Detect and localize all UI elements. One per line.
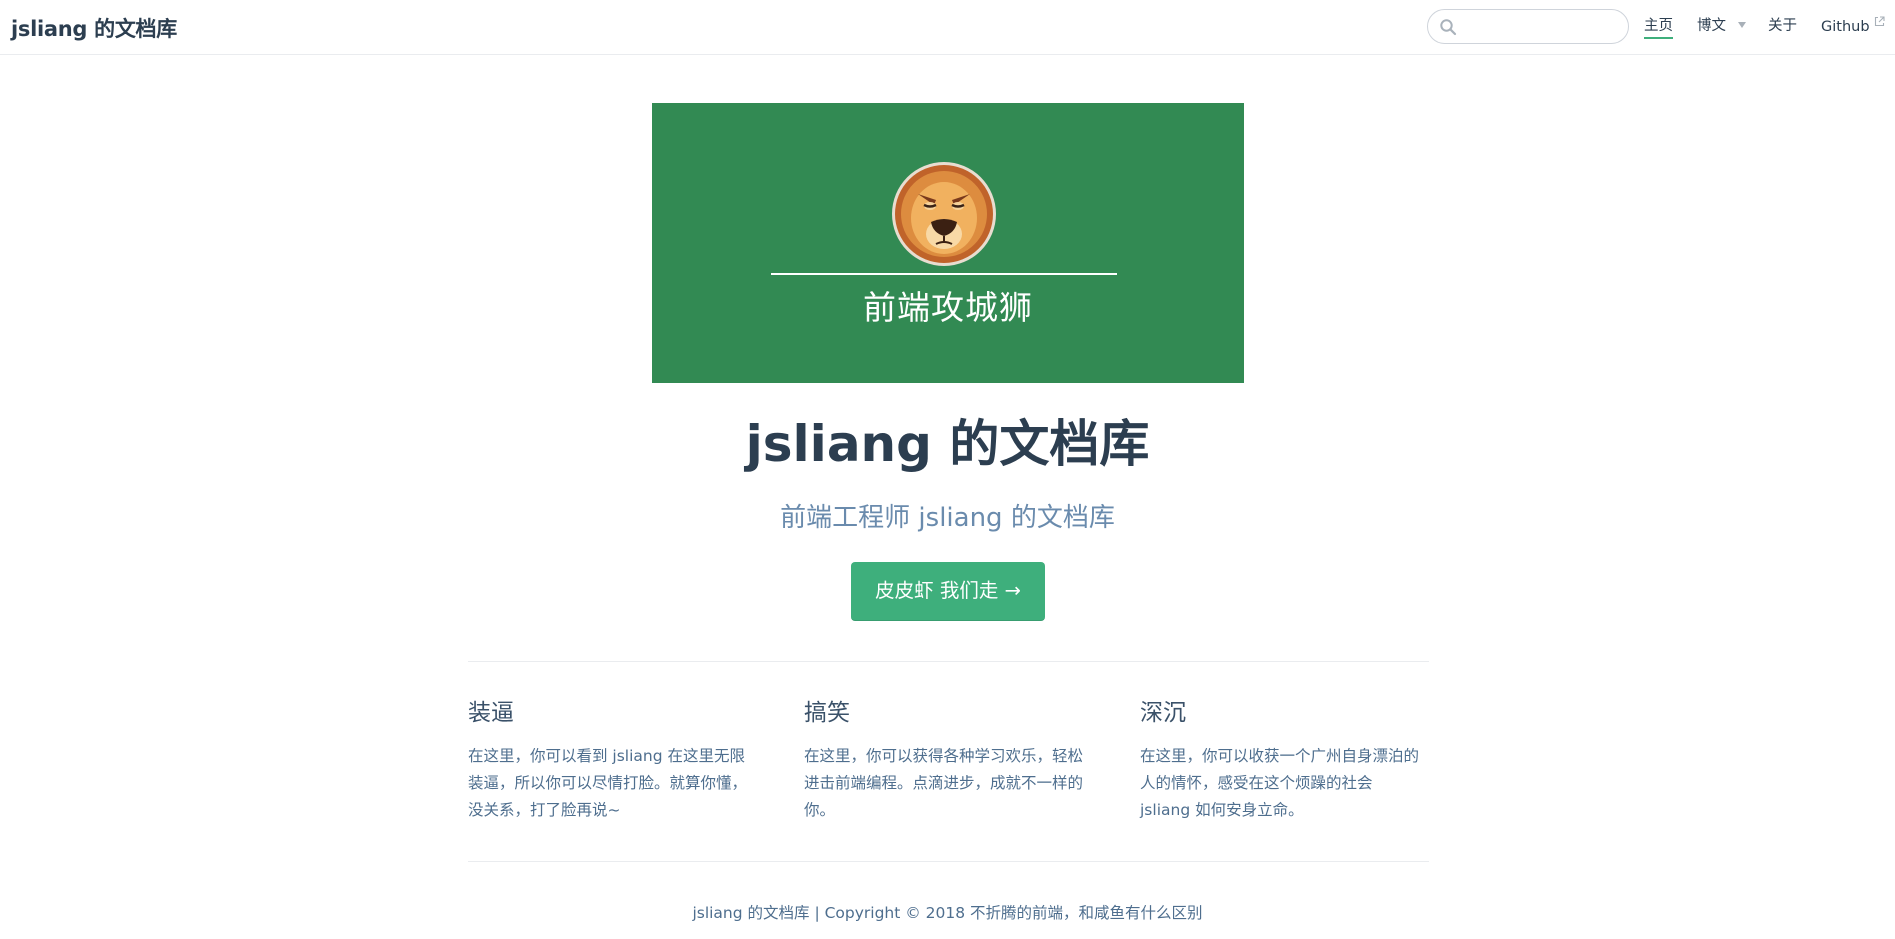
feature-title: 深沉 — [1140, 700, 1186, 726]
feature-title: 搞笑 — [804, 700, 850, 726]
feature-line: jsliang 如何安身立命。 — [1140, 801, 1304, 819]
footer: jsliang 的文档库 | Copyright © 2018 不折腾的前端，和… — [692, 904, 1203, 922]
nav-item-posts-label: 博文 — [1697, 18, 1726, 34]
feature-description: 在这里，你可以获得各种学习欢乐，轻松 进击前端编程。点滴进步，成就不一样的 你。 — [804, 743, 1096, 824]
feature-line: 在这里，你可以看到 jsliang 在这里无限 — [468, 747, 746, 765]
feature-description: 在这里，你可以看到 jsliang 在这里无限 装逼，所以你可以尽情打脸。就算你… — [468, 743, 760, 824]
hero-divider-line — [771, 273, 1117, 275]
search-input[interactable] — [1460, 14, 1620, 39]
search-icon — [1440, 19, 1457, 36]
hero-description: 前端工程师 jsliang 的文档库 — [780, 503, 1115, 533]
feature-line: 人的情怀，感受在这个烦躁的社会 — [1140, 774, 1373, 792]
feature-title: 装逼 — [468, 700, 514, 726]
nav-item-about[interactable]: 关于 — [1768, 16, 1797, 36]
footer-divider — [468, 861, 1429, 862]
hero-image-caption: 前端攻城狮 — [863, 288, 1033, 327]
nav-item-github[interactable]: Github — [1821, 16, 1885, 37]
feature-line: 在这里，你可以收获一个广州自身漂泊的 — [1140, 747, 1420, 765]
nav-item-home[interactable]: 主页 — [1644, 16, 1673, 39]
hero-image: 前端攻城狮 — [652, 103, 1244, 383]
feature-card: 搞笑 在这里，你可以获得各种学习欢乐，轻松 进击前端编程。点滴进步，成就不一样的… — [804, 694, 1096, 824]
feature-line: 你。 — [804, 801, 836, 819]
action-button[interactable]: 皮皮虾 我们走 → — [851, 562, 1045, 621]
search-box[interactable] — [1427, 9, 1629, 44]
lion-icon — [892, 162, 996, 266]
feature-line: 在这里，你可以获得各种学习欢乐，轻松 — [804, 747, 1084, 765]
nav-item-github-label: Github — [1821, 19, 1870, 35]
feature-line: 进击前端编程。点滴进步，成就不一样的 — [804, 774, 1084, 792]
feature-card: 装逼 在这里，你可以看到 jsliang 在这里无限 装逼，所以你可以尽情打脸。… — [468, 694, 760, 824]
site-name-link[interactable]: jsliang 的文档库 — [11, 13, 177, 43]
navbar: jsliang 的文档库 主页 博文 关于 Github — [0, 0, 1895, 55]
features-divider-top — [468, 661, 1429, 662]
feature-description: 在这里，你可以收获一个广州自身漂泊的 人的情怀，感受在这个烦躁的社会 jslia… — [1140, 743, 1432, 824]
feature-line: 装逼，所以你可以尽情打脸。就算你懂， — [468, 774, 748, 792]
nav-item-posts[interactable]: 博文 — [1697, 16, 1746, 36]
external-link-icon — [1874, 16, 1885, 27]
feature-card: 深沉 在这里，你可以收获一个广州自身漂泊的 人的情怀，感受在这个烦躁的社会 js… — [1140, 694, 1432, 824]
chevron-down-icon — [1738, 22, 1746, 28]
feature-line: 没关系，打了脸再说~ — [468, 801, 621, 819]
hero-title: jsliang 的文档库 — [745, 415, 1150, 473]
